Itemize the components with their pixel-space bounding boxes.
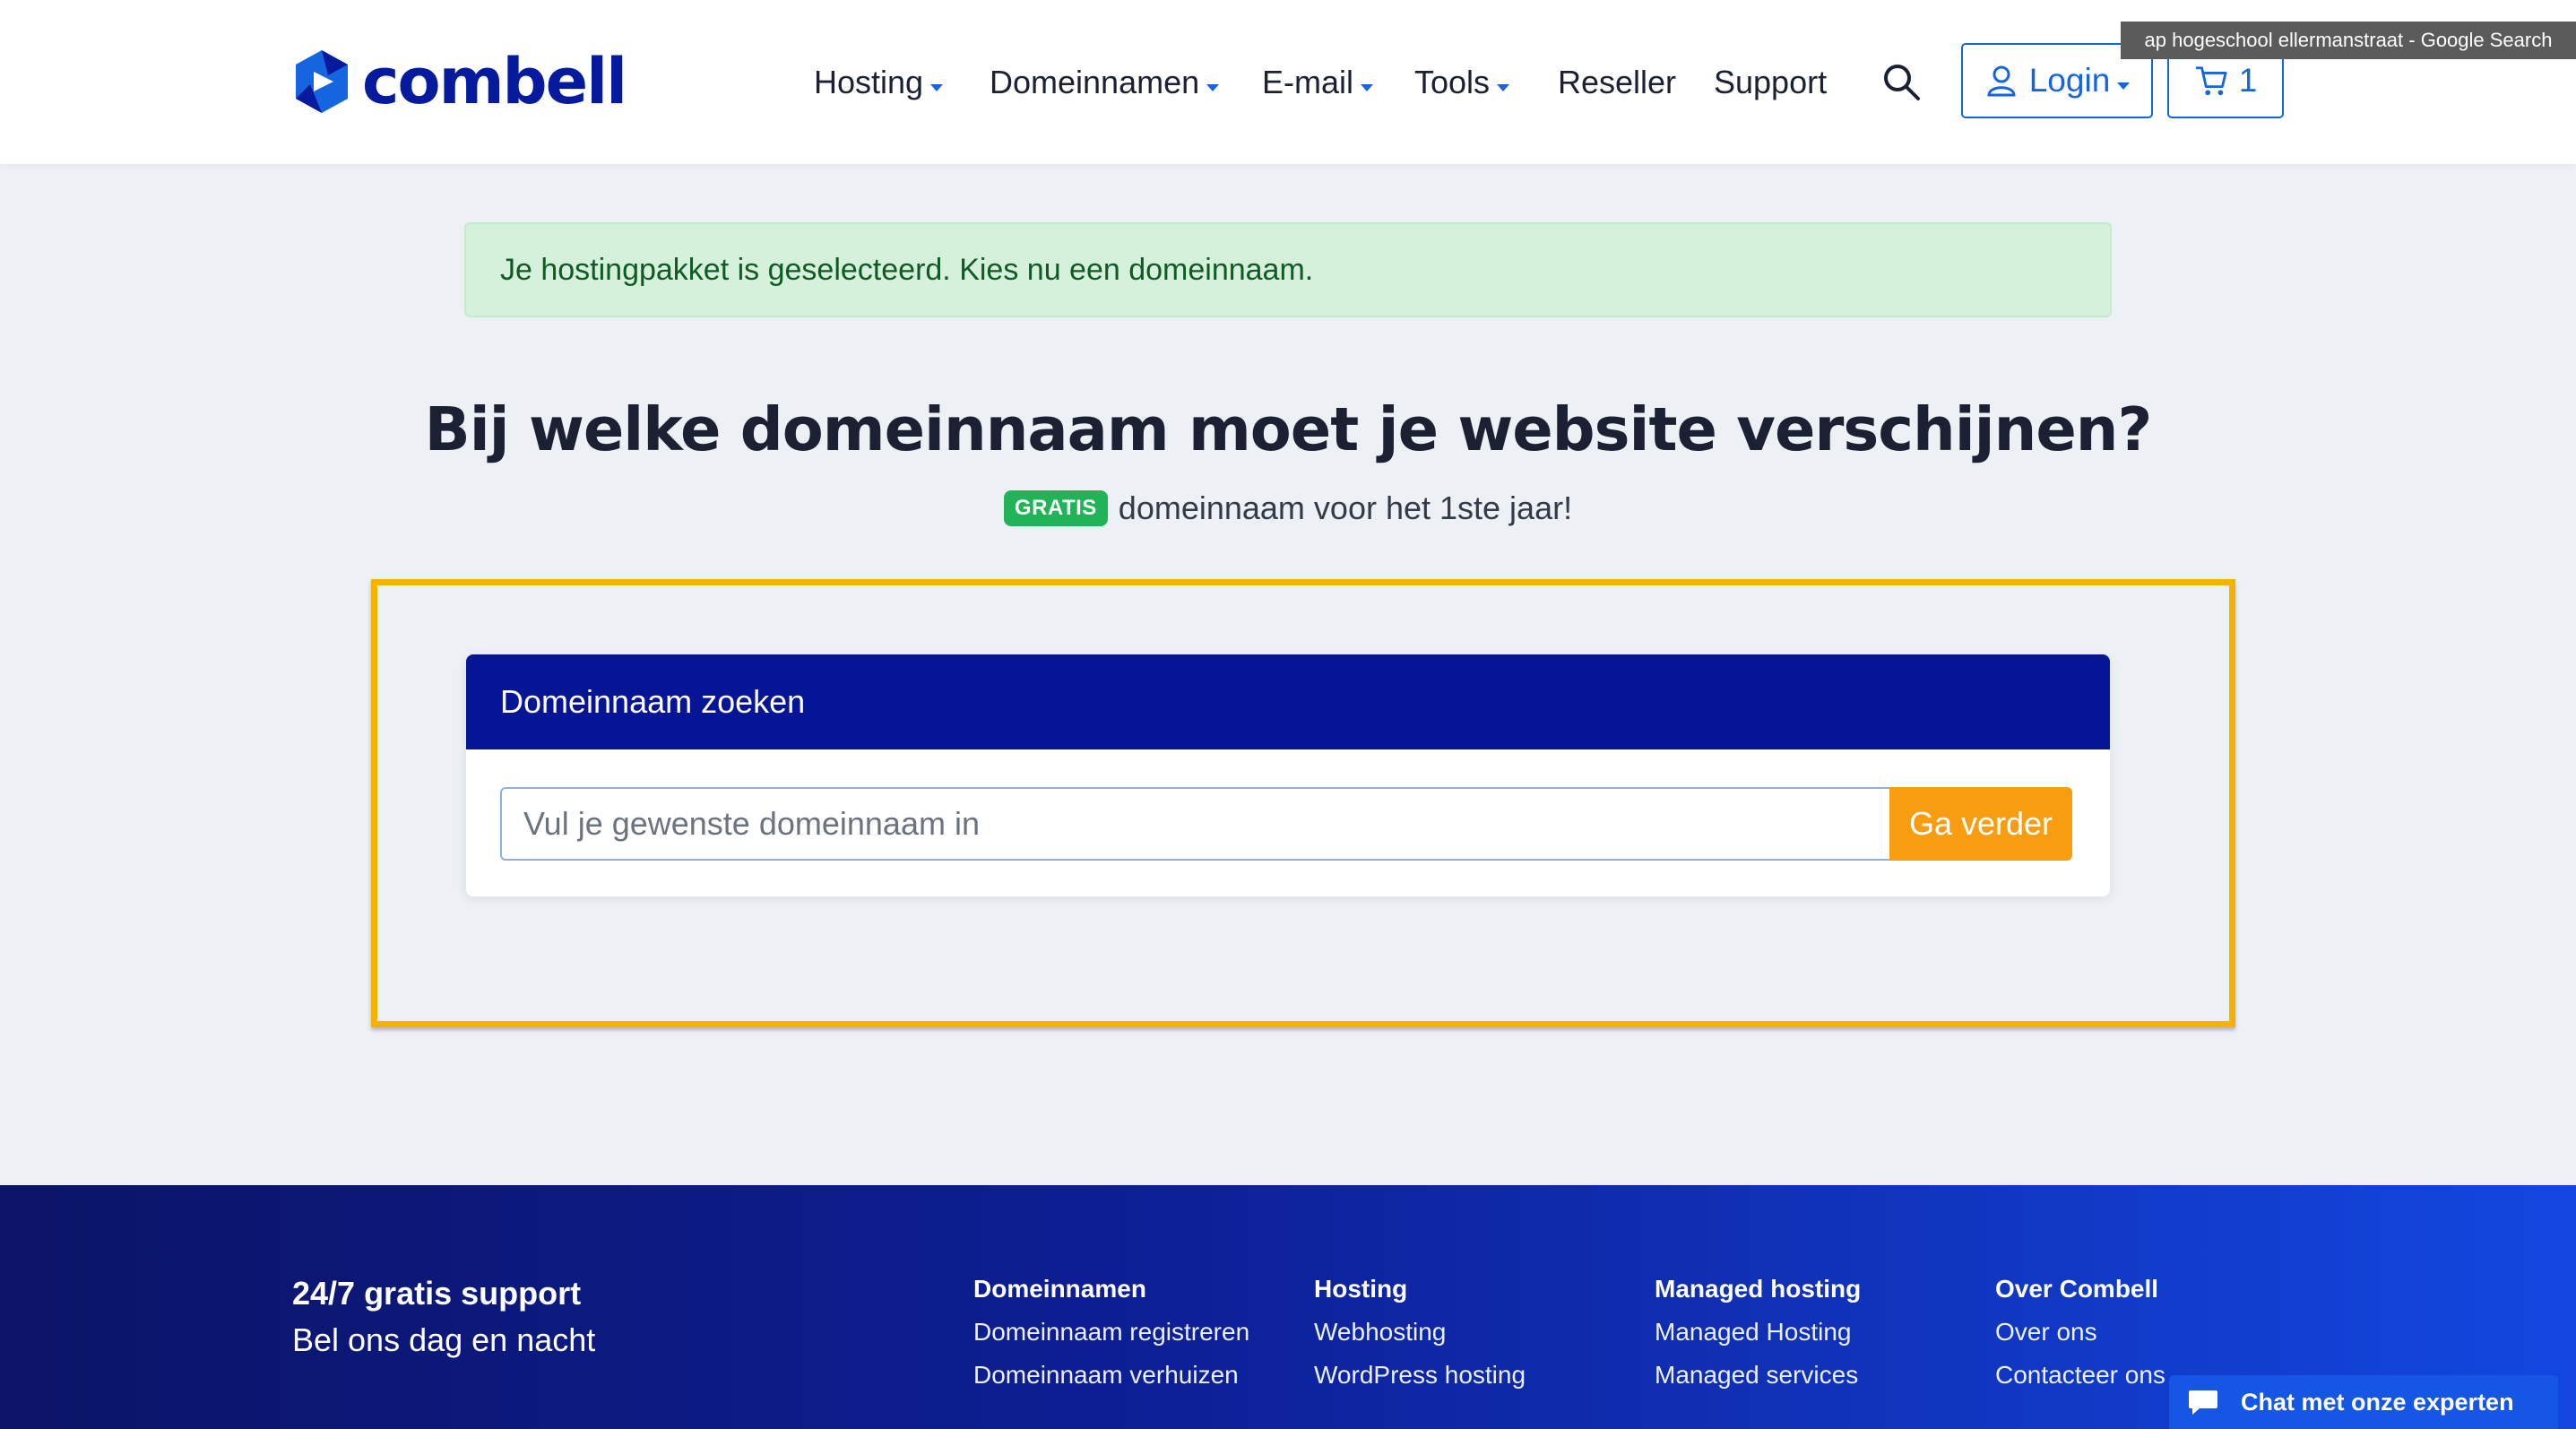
nav-label: Hosting bbox=[814, 64, 924, 100]
nav-reseller[interactable]: Reseller bbox=[1558, 56, 1676, 109]
card-title: Domeinnaam zoeken bbox=[500, 683, 806, 720]
chevron-down-icon bbox=[1361, 84, 1374, 91]
cart-icon bbox=[2195, 66, 2227, 96]
nav-label: Tools bbox=[1414, 64, 1491, 100]
logo-icon bbox=[296, 50, 348, 113]
footer-link[interactable]: Managed Hosting bbox=[1655, 1318, 1861, 1347]
nav-tools[interactable]: Tools bbox=[1414, 56, 1510, 109]
subtitle-text: domeinnaam voor het 1ste jaar! bbox=[1118, 489, 1573, 526]
nav-hosting[interactable]: Hosting bbox=[814, 56, 944, 109]
support-title: 24/7 gratis support bbox=[292, 1275, 582, 1312]
login-label: Login bbox=[2028, 62, 2111, 99]
footer-link[interactable]: Domeinnaam verhuizen bbox=[973, 1361, 1249, 1390]
domain-search-card: Domeinnaam zoeken Ga verder bbox=[466, 654, 2110, 896]
ga-verder-button[interactable]: Ga verder bbox=[1889, 787, 2072, 861]
search-icon[interactable] bbox=[1880, 61, 1922, 102]
nav-label: Reseller bbox=[1558, 64, 1677, 100]
nav-email[interactable]: E-mail bbox=[1262, 56, 1374, 109]
nav-support[interactable]: Support bbox=[1714, 56, 1827, 109]
footer-col-domeinnamen: Domeinnamen Domeinnaam registreren Domei… bbox=[973, 1275, 1249, 1404]
footer-link[interactable]: Webhosting bbox=[1314, 1318, 1526, 1347]
card-header: Domeinnaam zoeken bbox=[466, 654, 2110, 749]
footer-link[interactable]: Over ons bbox=[1995, 1318, 2165, 1347]
footer-col-title: Hosting bbox=[1314, 1275, 1408, 1303]
chevron-down-icon bbox=[1206, 84, 1220, 91]
page-title: Bij welke domeinnaam moet je website ver… bbox=[424, 394, 2153, 464]
chat-icon bbox=[2189, 1390, 2217, 1415]
cart-count: 1 bbox=[2238, 62, 2258, 99]
footer-link[interactable]: Domeinnaam registreren bbox=[973, 1318, 1249, 1347]
nav-label: E-mail bbox=[1262, 64, 1354, 100]
footer-col-title: Domeinnamen bbox=[973, 1275, 1146, 1303]
combell-logo[interactable]: combell bbox=[292, 45, 627, 118]
gratis-badge: GRATIS bbox=[1003, 490, 1108, 526]
user-icon bbox=[1987, 65, 2016, 97]
chat-label: Chat met onze experten bbox=[2241, 1388, 2514, 1416]
footer-col-managed: Managed hosting Managed Hosting Managed … bbox=[1655, 1275, 1861, 1404]
success-alert: Je hostingpakket is geselecteerd. Kies n… bbox=[464, 222, 2112, 317]
nav-domeinnamen[interactable]: Domeinnamen bbox=[990, 56, 1220, 109]
footer-col-title: Managed hosting bbox=[1655, 1275, 1862, 1303]
domain-search-input[interactable] bbox=[500, 787, 1889, 861]
nav-label: Domeinnamen bbox=[990, 64, 1200, 100]
footer-link[interactable]: Contacteer ons bbox=[1995, 1361, 2165, 1390]
subtitle: GRATIS domeinnaam voor het 1ste jaar! bbox=[0, 489, 2576, 527]
search-row: Ga verder bbox=[500, 787, 2078, 861]
footer-col-hosting: Hosting Webhosting WordPress hosting bbox=[1314, 1275, 1526, 1404]
footer-link[interactable]: WordPress hosting bbox=[1314, 1361, 1526, 1390]
chevron-down-icon bbox=[2117, 82, 2131, 90]
footer-col-over-combell: Over Combell Over ons Contacteer ons bbox=[1995, 1275, 2165, 1404]
browser-tooltip: ap hogeschool ellermanstraat - Google Se… bbox=[2121, 22, 2576, 59]
footer-col-title: Over Combell bbox=[1995, 1275, 2159, 1303]
chevron-down-icon bbox=[930, 84, 944, 91]
nav-label: Support bbox=[1714, 64, 1828, 100]
chat-button[interactable]: Chat met onze experten bbox=[2169, 1375, 2558, 1429]
brand-name: combell bbox=[362, 45, 627, 118]
support-subtitle: Bel ons dag en nacht bbox=[292, 1321, 596, 1358]
chevron-down-icon bbox=[1497, 84, 1510, 91]
alert-text: Je hostingpakket is geselecteerd. Kies n… bbox=[500, 252, 1314, 287]
footer-link[interactable]: Managed services bbox=[1655, 1361, 1861, 1390]
